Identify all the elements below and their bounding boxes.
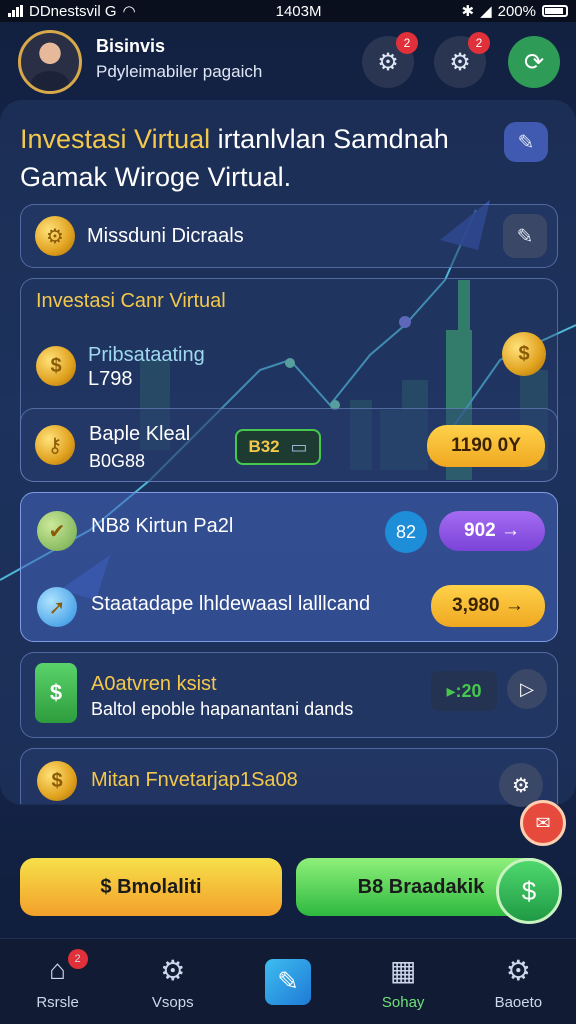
- gear-icon: ⚙: [160, 954, 186, 986]
- wifi-icon: ◠: [122, 3, 136, 20]
- active-card[interactable]: ✔ NB8 Kirtun Pa2l 82 902 → ➚ Staatadape …: [20, 492, 558, 642]
- bank-value: B0G88: [89, 451, 146, 471]
- nav-create[interactable]: ✎: [238, 939, 338, 1024]
- mission-edit-button[interactable]: ✎: [503, 214, 547, 258]
- bank-label: Baple Kleal: [89, 423, 191, 445]
- compass-icon: ➚: [37, 587, 77, 627]
- last-card-label: Mitan Fnvetarjap1Sa08: [91, 769, 298, 791]
- dollar-coin-icon: $: [36, 346, 76, 386]
- headline: Investasi Virtual irtanlvlan Samdnah Gam…: [20, 120, 490, 196]
- signal-icon: [8, 5, 23, 17]
- wallet-fab[interactable]: $: [496, 858, 562, 924]
- green-card[interactable]: $ A0atvren ksist Baltol epoble hapananta…: [20, 652, 558, 738]
- battery-percent: 200%: [497, 2, 536, 20]
- status-time: 1403M: [275, 2, 322, 20]
- headline-line2: Gamak Wiroge Virtual.: [20, 162, 292, 192]
- active-row2-pill[interactable]: 3,980 →: [431, 585, 545, 627]
- primary-action-button[interactable]: $ Bmolaliti: [20, 858, 282, 916]
- active-row1-pill[interactable]: 902 →: [439, 511, 545, 551]
- user-subtitle: Pdyleimabiler pagaich: [96, 62, 263, 81]
- bank-card[interactable]: ⚷ Baple Kleal B0G88 B32 ▭ 1190 0Y: [20, 408, 558, 482]
- settings-badge: 2: [468, 32, 490, 54]
- last-card[interactable]: $ Mitan Fnvetarjap1Sa08 ⚙: [20, 748, 558, 807]
- green-card-title: A0atvren ksist: [91, 673, 217, 695]
- card-icon: ▭: [290, 436, 308, 457]
- wallet-icon: $: [521, 875, 537, 906]
- nav-settings-label: Baoeto: [494, 994, 543, 1011]
- nav-home-label: Rsrsle: [36, 994, 79, 1011]
- alert-fab[interactable]: ✉: [520, 800, 566, 846]
- secondary-action-label: B8 Braadakik: [357, 875, 485, 898]
- item1-value: L798: [88, 368, 133, 390]
- nav-home-badge: 2: [67, 948, 88, 969]
- edit-headline-button[interactable]: ✎: [504, 122, 548, 162]
- play-button[interactable]: ▷: [507, 669, 547, 709]
- dollar-badge-icon[interactable]: $: [502, 332, 546, 376]
- cell-icon: ◢: [480, 3, 492, 20]
- play-icon: ▷: [520, 678, 534, 699]
- battery-icon: [542, 5, 568, 17]
- edit-icon: ✎: [516, 225, 534, 248]
- carrier-name: DDnestsvil G: [29, 2, 117, 20]
- headline-line1: irtanlvlan Samdnah: [210, 124, 449, 154]
- refresh-icon: ⟳: [523, 48, 545, 76]
- user-name: Bisinvis: [96, 36, 166, 56]
- bell-icon: ⚙: [377, 48, 399, 76]
- active-row2-label: Staatadape lhldewaasl lalllcand: [91, 593, 371, 615]
- nav-shops[interactable]: ⚙ Vsops: [123, 939, 223, 1024]
- nav-stats[interactable]: ▦ Sohay: [353, 939, 453, 1024]
- active-row2-pill-text: 3,980 →: [452, 595, 524, 616]
- primary-action-label: $ Bmolaliti: [100, 875, 202, 898]
- settings-icon: ⚙: [505, 954, 531, 986]
- bank-amount: 1190 0Y: [451, 435, 521, 456]
- nav-shops-label: Vsops: [151, 994, 194, 1011]
- bottom-nav: ⌂ 2 Rsrsle ⚙ Vsops ✎ ▦ Sohay ⚙ Baoeto: [0, 938, 576, 1024]
- gear-icon: ⚙: [512, 774, 530, 797]
- refresh-button[interactable]: ⟳: [508, 36, 560, 88]
- green-card-subtitle: Baltol epoble hapanantani dands: [91, 699, 354, 719]
- active-row1-circle[interactable]: 82: [385, 511, 427, 553]
- notification-button[interactable]: ⚙ 2: [362, 32, 418, 88]
- mission-label: Missduni Dicraals: [87, 225, 244, 247]
- active-row1-circle-text: 82: [395, 521, 417, 542]
- section-title: Investasi Canr Virtual: [36, 290, 226, 312]
- notification-badge: 2: [396, 32, 418, 54]
- bank-amount-pill[interactable]: 1190 0Y: [427, 425, 545, 467]
- item1-label: Pribsataating: [88, 344, 205, 366]
- gear-coin-icon: ⚙: [35, 216, 75, 256]
- avatar[interactable]: [18, 30, 82, 94]
- bluetooth-icon: ✱: [461, 3, 475, 20]
- chart-icon: ▦: [389, 954, 417, 986]
- active-row1-label: NB8 Kirtun Pa2l: [91, 515, 234, 537]
- nav-home[interactable]: ⌂ 2 Rsrsle: [8, 939, 108, 1024]
- bank-chip[interactable]: B32 ▭: [235, 429, 321, 465]
- green-card-value: ▸:20: [431, 671, 497, 711]
- active-row1-pill-text: 902 →: [464, 520, 520, 541]
- settings-button[interactable]: ⚙ 2: [434, 32, 490, 88]
- bank-chip-label: B32: [248, 437, 280, 456]
- pen-icon: ✎: [517, 131, 535, 154]
- badge-icon: ✔: [37, 511, 77, 551]
- gear-icon: ⚙: [449, 48, 471, 76]
- headline-highlight: Investasi Virtual: [20, 124, 211, 154]
- nav-settings[interactable]: ⚙ Baoeto: [468, 939, 568, 1024]
- money-icon: $: [35, 663, 77, 723]
- key-icon: ⚷: [35, 425, 75, 465]
- header: Bisinvis Pdyleimabiler pagaich ⚙ 2 ⚙ 2 ⟳: [18, 30, 566, 96]
- nav-stats-label: Sohay: [381, 994, 425, 1011]
- coin-icon: $: [37, 761, 77, 801]
- mission-card[interactable]: ⚙ Missduni Dicraals ✎: [20, 204, 558, 268]
- shield-icon: ✉: [535, 812, 551, 833]
- status-bar: DDnestsvil G ◠ 1403M ✱ ◢ 200%: [0, 0, 576, 22]
- pen-icon: ✎: [264, 958, 311, 1005]
